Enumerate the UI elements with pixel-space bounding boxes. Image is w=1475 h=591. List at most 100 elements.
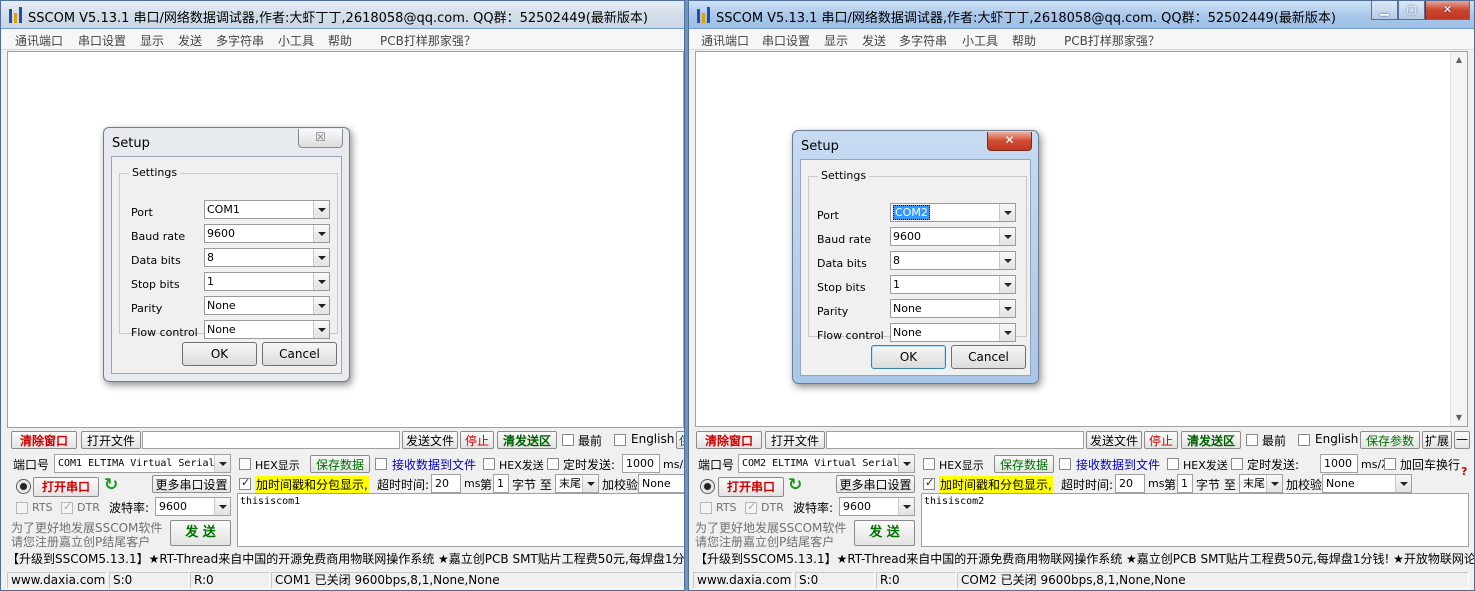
close-icon[interactable]: ✕ (987, 132, 1032, 151)
chevron-down-icon[interactable] (999, 300, 1015, 317)
port-combo[interactable]: COM1 (204, 200, 330, 219)
open-file-button[interactable]: 打开文件 (81, 431, 141, 449)
collapse-button[interactable]: — (1454, 431, 1470, 449)
vertical-scrollbar[interactable]: ▲ ▼ (1450, 52, 1467, 426)
send-file-button[interactable]: 发送文件 (1086, 431, 1142, 449)
port-select[interactable]: COM1 ELTIMA Virtual Serial (54, 454, 231, 473)
timed-send-checkbox[interactable] (1231, 458, 1243, 470)
ok-button[interactable]: OK (871, 345, 946, 369)
menu-comm-port[interactable]: 通讯端口 (15, 32, 63, 49)
checksum-select[interactable]: None (1322, 474, 1412, 493)
rts-checkbox[interactable] (700, 502, 712, 514)
file-path-input[interactable] (142, 431, 400, 449)
chevron-down-icon[interactable] (313, 201, 329, 218)
scroll-up-icon[interactable]: ▲ (1451, 52, 1467, 68)
status-website[interactable]: www.daxia.com (7, 572, 107, 589)
baud-select[interactable]: 9600 (155, 497, 231, 516)
title-bar[interactable]: SSCOM V5.13.1 串口/网络数据调试器,作者:大虾丁丁,2618058… (689, 1, 1474, 29)
timestamp-checkbox[interactable] (239, 476, 251, 490)
chevron-down-icon[interactable] (1266, 475, 1282, 492)
menu-help[interactable]: 帮助 (328, 32, 352, 49)
baud-combo[interactable]: 9600 (204, 224, 330, 243)
timed-interval-input[interactable]: 1000 (1320, 454, 1358, 473)
recv-to-file-checkbox[interactable] (375, 458, 387, 470)
chevron-down-icon[interactable] (582, 475, 598, 492)
ok-button[interactable]: OK (182, 342, 257, 366)
close-icon[interactable]: ✕ (1425, 1, 1470, 20)
topmost-checkbox[interactable] (1246, 434, 1258, 446)
more-settings-button[interactable]: 更多串口设置 (152, 475, 231, 493)
news-banner[interactable]: 【升级到SSCOM5.13.1】★RT-Thread来自中国的开源免费商用物联网… (695, 550, 1474, 568)
status-website[interactable]: www.daxia.com (693, 572, 793, 589)
parity-combo[interactable]: None (890, 299, 1016, 318)
save-data-button[interactable]: 保存数据 (310, 455, 370, 473)
chevron-down-icon[interactable] (313, 321, 329, 338)
timeout-input[interactable]: 20 (1115, 474, 1145, 493)
english-checkbox[interactable] (614, 434, 626, 446)
chevron-down-icon[interactable] (214, 455, 230, 472)
menu-send[interactable]: 发送 (862, 32, 886, 49)
stop-button[interactable]: 停止 (1144, 431, 1178, 449)
flow-combo[interactable]: None (204, 320, 330, 339)
chevron-down-icon[interactable] (898, 455, 914, 472)
stopbits-combo[interactable]: 1 (890, 275, 1016, 294)
topmost-checkbox[interactable] (562, 434, 574, 446)
send-button[interactable]: 发 送 (854, 520, 915, 546)
chevron-down-icon[interactable] (999, 252, 1015, 269)
timeout-input[interactable]: 20 (431, 474, 461, 493)
minimize-icon[interactable]: ▁ (1371, 1, 1398, 20)
port-combo[interactable]: COM2 (890, 203, 1016, 222)
close-icon[interactable]: ☒ (298, 129, 343, 148)
news-banner[interactable]: 【升级到SSCOM5.13.1】★RT-Thread来自中国的开源免费商用物联网… (7, 550, 684, 568)
cr-newline-checkbox[interactable] (1384, 458, 1396, 470)
chevron-down-icon[interactable] (999, 324, 1015, 341)
send-input[interactable]: thisiscom1 (237, 493, 684, 547)
cancel-button[interactable]: Cancel (951, 345, 1026, 369)
save-data-button[interactable]: 保存数据 (994, 455, 1054, 473)
baud-combo[interactable]: 9600 (890, 227, 1016, 246)
chevron-down-icon[interactable] (999, 276, 1015, 293)
menu-display[interactable]: 显示 (140, 32, 164, 49)
send-file-button[interactable]: 发送文件 (402, 431, 458, 449)
menu-tools[interactable]: 小工具 (278, 32, 314, 49)
cancel-button[interactable]: Cancel (262, 342, 337, 366)
clear-window-button[interactable]: 清除窗口 (11, 431, 77, 449)
timed-interval-input[interactable]: 1000 (622, 454, 660, 473)
menu-pcb[interactable]: PCB打样那家强？ (380, 32, 476, 49)
open-file-button[interactable]: 打开文件 (765, 431, 825, 449)
chevron-down-icon[interactable] (313, 273, 329, 290)
file-path-input[interactable] (826, 431, 1084, 449)
databits-combo[interactable]: 8 (204, 248, 330, 267)
hex-display-checkbox[interactable] (923, 458, 935, 470)
menu-help[interactable]: 帮助 (1012, 32, 1036, 49)
hex-send-checkbox[interactable] (1167, 458, 1179, 470)
send-input[interactable]: thisiscom2 (921, 493, 1469, 547)
send-button[interactable]: 发 送 (170, 520, 231, 546)
menu-comm-port[interactable]: 通讯端口 (701, 32, 749, 49)
expand-button[interactable]: 扩展 (1422, 431, 1452, 449)
dtr-checkbox[interactable] (61, 500, 73, 514)
chevron-down-icon[interactable] (898, 498, 914, 515)
byte-start-input[interactable]: 1 (1177, 474, 1193, 493)
scroll-down-icon[interactable]: ▼ (1451, 410, 1467, 426)
tail-select[interactable]: 末尾 (1239, 474, 1283, 493)
open-port-button[interactable]: 打开串口 (33, 477, 99, 497)
clear-send-button[interactable]: 清发送区 (497, 431, 557, 449)
menu-multi-string[interactable]: 多字符串 (899, 32, 947, 49)
stopbits-combo[interactable]: 1 (204, 272, 330, 291)
chevron-down-icon[interactable] (313, 225, 329, 242)
hex-send-checkbox[interactable] (483, 458, 495, 470)
checksum-select[interactable]: None (638, 474, 684, 493)
menu-pcb[interactable]: PCB打样那家强？ (1064, 32, 1160, 49)
chevron-down-icon[interactable] (313, 249, 329, 266)
timestamp-checkbox[interactable] (923, 476, 935, 490)
chevron-down-icon[interactable] (999, 228, 1015, 245)
parity-combo[interactable]: None (204, 296, 330, 315)
more-settings-button[interactable]: 更多串口设置 (836, 475, 915, 493)
promo-line-2[interactable]: 请您注册嘉立创P结尾客户 (11, 533, 150, 550)
save-params-button[interactable]: 保存参数 (676, 431, 684, 449)
maximize-icon[interactable]: ▢ (1398, 1, 1425, 20)
menu-serial-settings[interactable]: 串口设置 (762, 32, 810, 49)
rts-checkbox[interactable] (16, 502, 28, 514)
port-select[interactable]: COM2 ELTIMA Virtual Serial (738, 454, 915, 473)
